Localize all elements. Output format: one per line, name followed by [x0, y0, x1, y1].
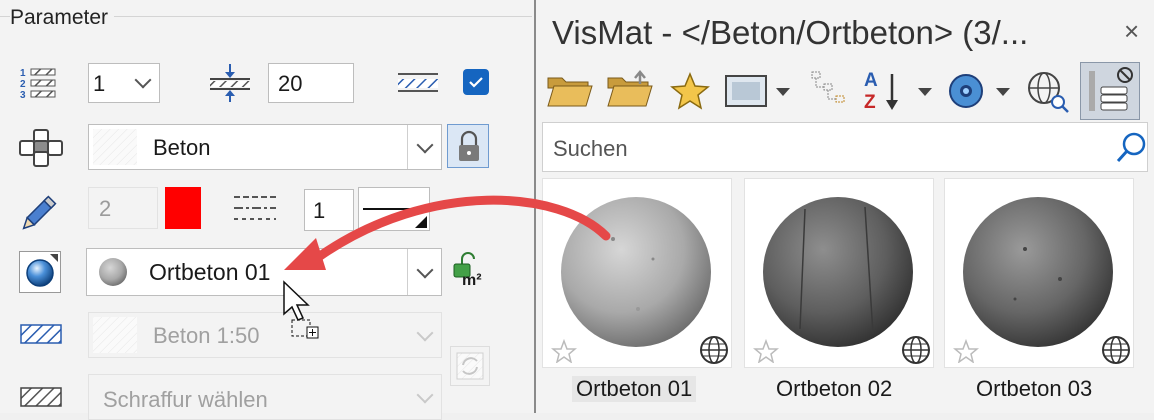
- library-filter-button[interactable]: [1080, 62, 1140, 120]
- layer-thickness-icon: [210, 64, 250, 102]
- line-type-number-value: 1: [313, 198, 326, 223]
- favorite-star-outline-icon[interactable]: [551, 339, 577, 363]
- surface-sphere-icon: [26, 254, 58, 287]
- hatch-grey-icon: [20, 387, 62, 407]
- svg-text:1: 1: [20, 68, 26, 79]
- svg-text:A: A: [864, 70, 878, 91]
- material-swatch: [93, 129, 137, 165]
- toolbar: A Z: [536, 60, 1154, 122]
- material-value: Beton: [153, 135, 211, 160]
- globe-icon: [700, 336, 728, 364]
- search-input[interactable]: Suchen: [542, 122, 1148, 172]
- folder-open-icon[interactable]: [546, 70, 594, 112]
- area-unit-button[interactable]: m²: [448, 250, 490, 294]
- pen-color-swatch[interactable]: [165, 187, 201, 229]
- pen-number-input[interactable]: 2: [88, 187, 158, 229]
- chevron-down-icon: [416, 261, 434, 279]
- surface-button[interactable]: [19, 251, 61, 293]
- material-tile[interactable]: [542, 178, 732, 368]
- material-tile[interactable]: [744, 178, 934, 368]
- svg-text:Z: Z: [864, 92, 876, 113]
- view-mode-icon[interactable]: [724, 74, 794, 110]
- web-search-icon[interactable]: [1026, 70, 1070, 114]
- globe-icon: [1102, 336, 1130, 364]
- thickness-input[interactable]: 20: [268, 63, 354, 103]
- layer-numbers-icon: 1 2 3: [20, 68, 56, 101]
- hatch-value: Beton 1:50: [153, 323, 260, 348]
- favorite-star-outline-icon[interactable]: [753, 339, 779, 363]
- thickness-value: 20: [278, 71, 303, 96]
- hatch-blue-icon: [20, 324, 62, 344]
- pen-number-value: 2: [99, 196, 112, 221]
- globe-icon: [902, 336, 930, 364]
- search-icon[interactable]: [1115, 131, 1147, 165]
- line-type-icon: [234, 196, 276, 220]
- material-select[interactable]: Beton: [88, 124, 442, 170]
- chevron-down-icon: [416, 324, 434, 342]
- material-tile[interactable]: [944, 178, 1134, 368]
- chevron-down-icon: [416, 136, 434, 154]
- parameter-panel: Parameter 1 2 3 1 20 Beton 2 1 Ortbeton …: [0, 0, 540, 420]
- area-unit-label: m²: [462, 272, 482, 289]
- hatch-preview-icon: [398, 73, 438, 92]
- tree-structure-icon[interactable]: [808, 70, 852, 110]
- pen-icon: [22, 195, 57, 230]
- window-title: VisMat - </Beton/Ortbeton> (3/...: [552, 14, 1029, 51]
- material-name[interactable]: Ortbeton 03: [976, 376, 1092, 402]
- surface-select[interactable]: Ortbeton 01: [86, 248, 442, 296]
- surface-thumb-icon: [99, 258, 127, 286]
- lock-icon: [459, 130, 479, 161]
- corner-triangle-icon: [415, 216, 427, 228]
- checkmark-icon: [469, 77, 483, 88]
- favorite-star-outline-icon[interactable]: [953, 339, 979, 363]
- layer-count-select[interactable]: 1: [88, 63, 160, 103]
- material-ball-icon[interactable]: [948, 72, 1018, 110]
- search-placeholder: Suchen: [553, 136, 628, 161]
- svg-text:3: 3: [20, 90, 26, 101]
- chevron-down-icon: [416, 386, 434, 404]
- library-filter-icon: [1089, 67, 1133, 111]
- surface-value: Ortbeton 01: [149, 259, 271, 285]
- material-name[interactable]: Ortbeton 02: [776, 376, 892, 402]
- svg-text:2: 2: [20, 79, 26, 90]
- folder-up-icon[interactable]: [606, 68, 654, 112]
- hatch-sync-button[interactable]: [450, 346, 490, 386]
- layer-checkbox[interactable]: [463, 69, 489, 95]
- lock-button[interactable]: [447, 124, 489, 168]
- close-button[interactable]: ×: [1124, 16, 1139, 47]
- material-blocks-icon: [19, 129, 63, 167]
- material-name[interactable]: Ortbeton 01: [572, 376, 697, 402]
- fill-select[interactable]: Schraffur wählen: [88, 374, 442, 420]
- vismat-window: VisMat - </Beton/Ortbeton> (3/... × A Z …: [534, 0, 1154, 413]
- line-type-number-input[interactable]: 1: [304, 189, 354, 231]
- fill-placeholder: Schraffur wählen: [103, 387, 268, 412]
- favorite-star-icon[interactable]: [670, 72, 710, 110]
- chevron-down-icon: [134, 71, 152, 89]
- line-preview-button[interactable]: [358, 187, 430, 231]
- hatch-sync-icon: [456, 352, 484, 380]
- panel-title: Parameter: [10, 6, 115, 30]
- hatch-select[interactable]: Beton 1:50: [88, 312, 442, 358]
- sort-az-icon[interactable]: A Z: [862, 68, 934, 114]
- layer-count-value: 1: [93, 71, 106, 96]
- hatch-swatch: [93, 317, 137, 353]
